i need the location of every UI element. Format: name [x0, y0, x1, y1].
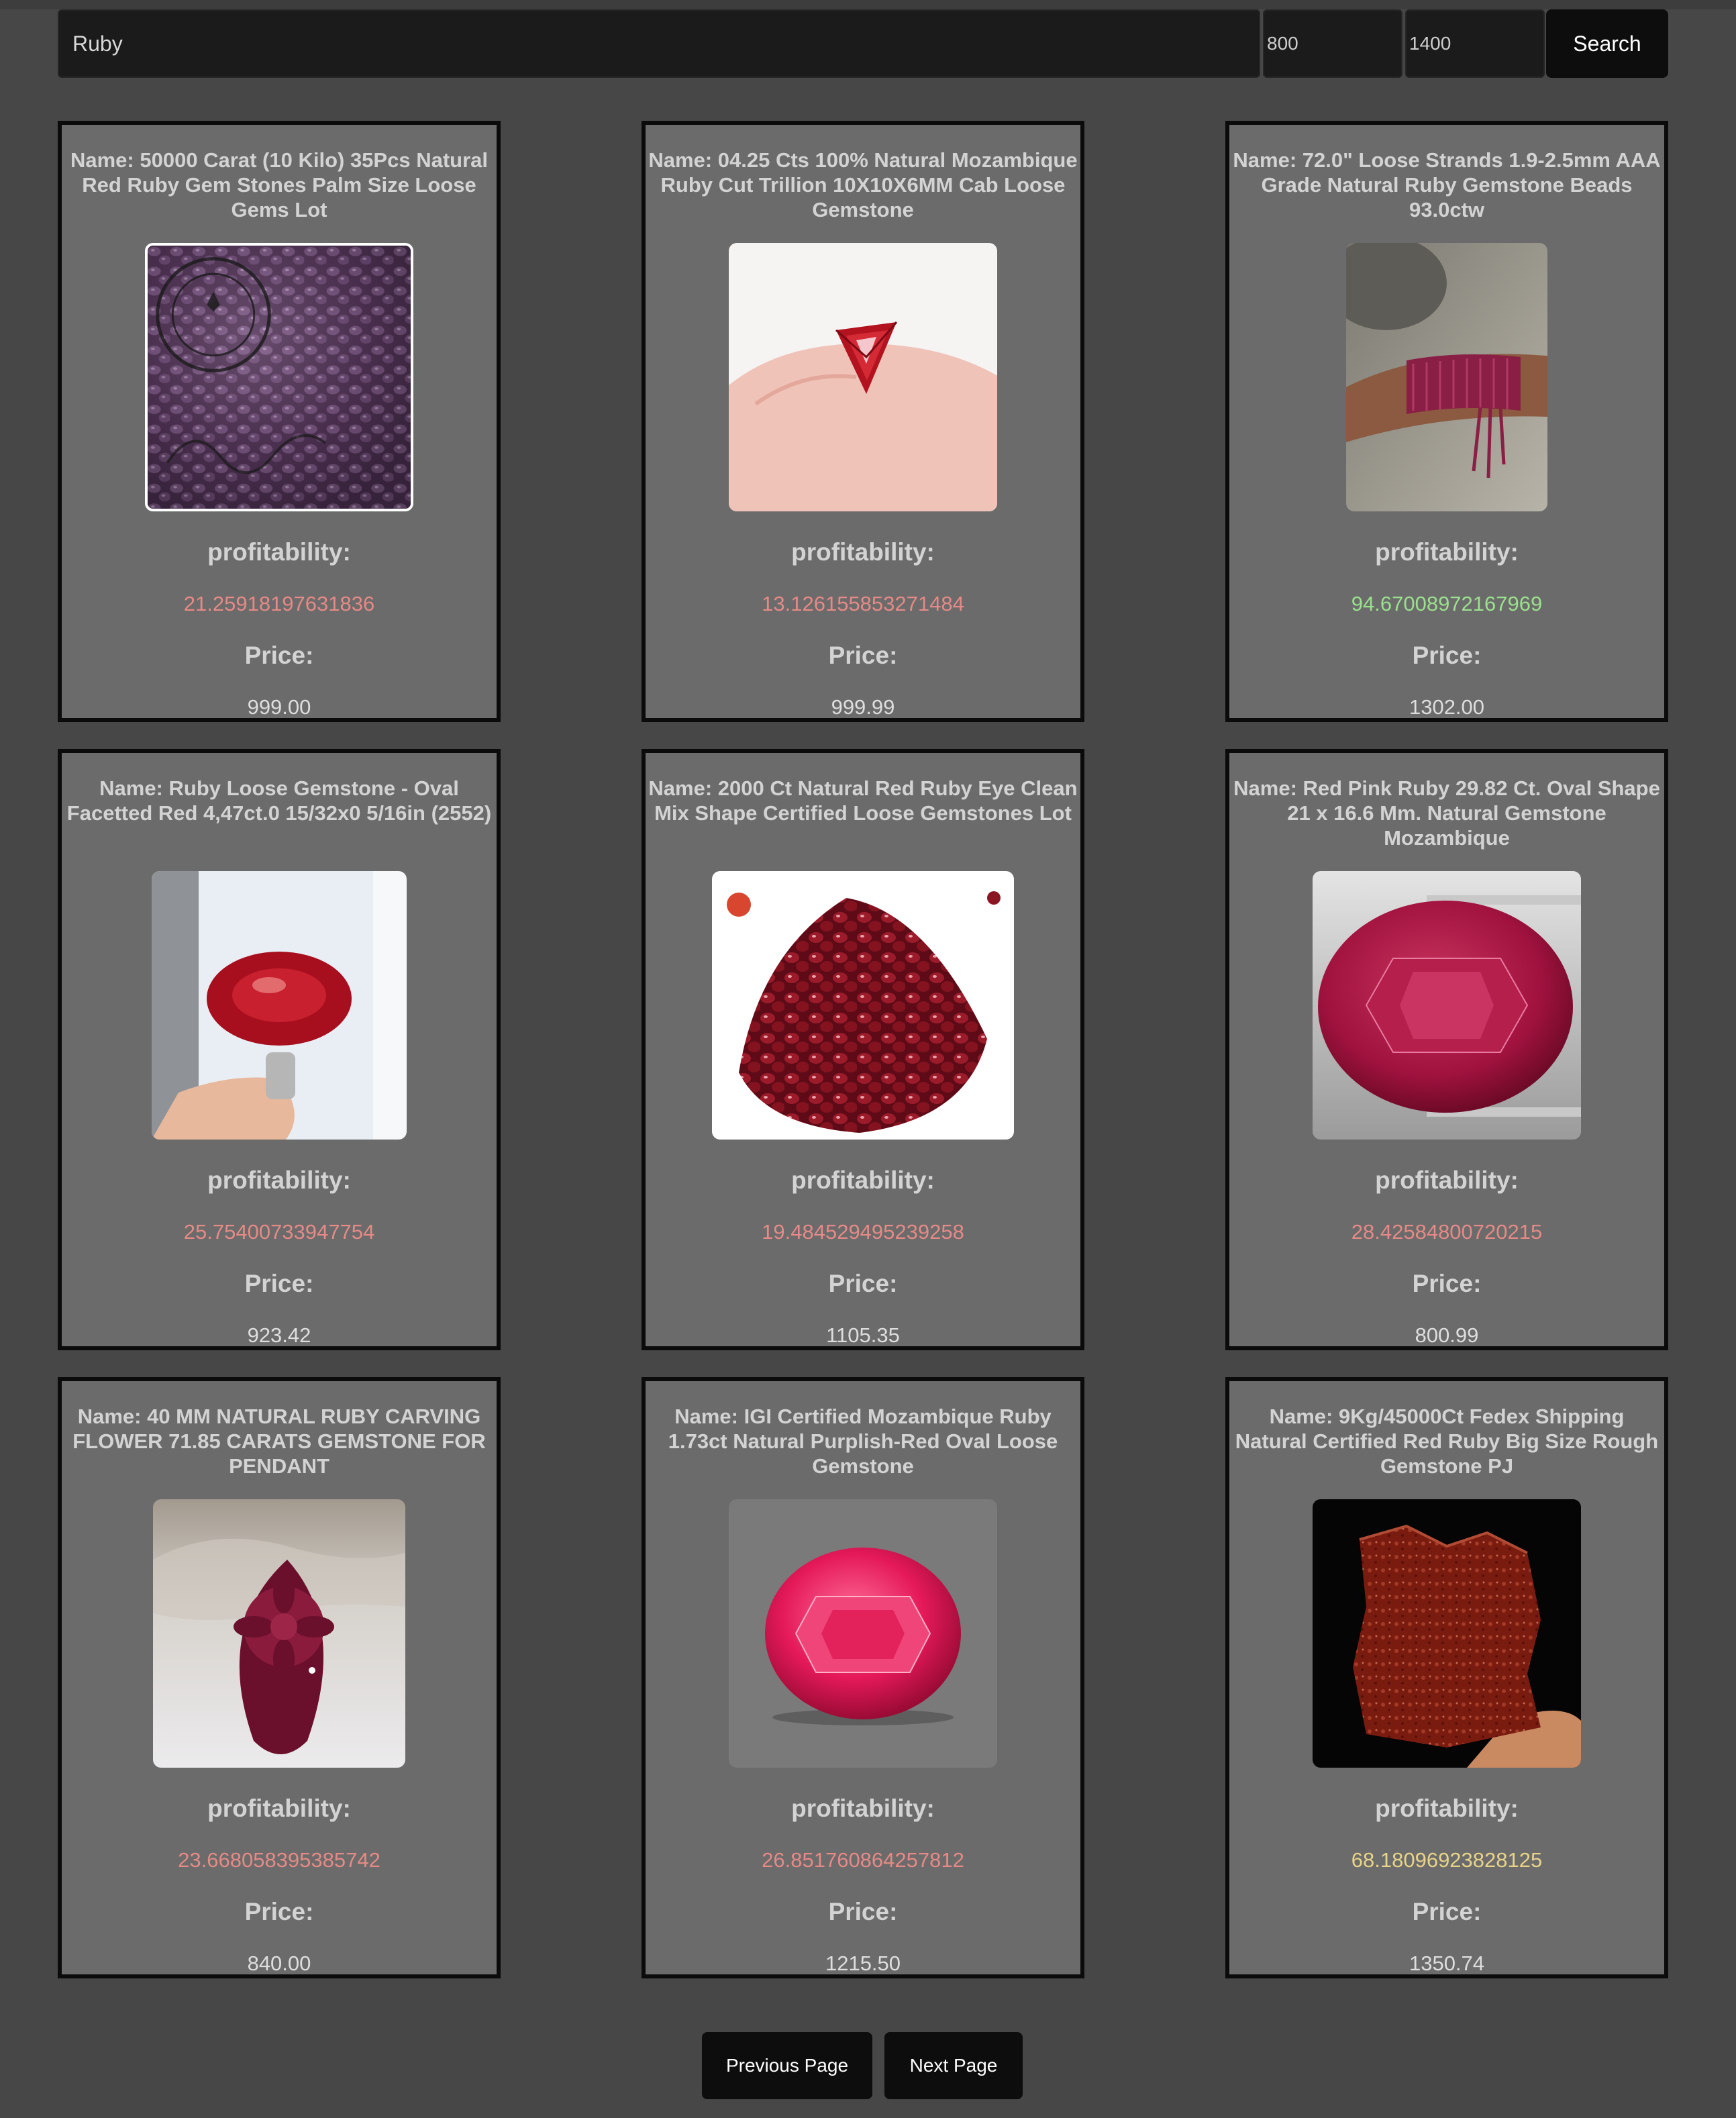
product-name: Name: 50000 Carat (10 Kilo) 35Pcs Natura…: [70, 148, 488, 221]
price-value: 999.99: [831, 695, 895, 719]
price-label: Price:: [1412, 1270, 1482, 1297]
next-page-button[interactable]: Next Page: [884, 2032, 1023, 2099]
product-card[interactable]: Name: 9Kg/45000Ct Fedex Shipping Natural…: [1225, 1377, 1668, 1978]
profitability-label: profitability:: [1375, 1166, 1519, 1194]
price-value: 999.00: [247, 695, 311, 719]
profitability-label: profitability:: [207, 1795, 351, 1822]
search-input[interactable]: [58, 9, 1260, 78]
product-name: Name: Red Pink Ruby 29.82 Ct. Oval Shape…: [1233, 776, 1660, 850]
profitability-label: profitability:: [791, 1795, 935, 1822]
pagination: Previous Page Next Page: [0, 2032, 1736, 2099]
profitability-label: profitability:: [207, 538, 351, 566]
price-label: Price:: [1412, 1898, 1482, 1925]
price-value: 1215.50: [825, 1952, 901, 1975]
product-photo: [729, 1499, 997, 1768]
price-value: 800.99: [1415, 1323, 1479, 1347]
product-name: Name: 04.25 Cts 100% Natural Mozambique …: [648, 148, 1078, 221]
product-name: Name: 40 MM NATURAL RUBY CARVING FLOWER …: [72, 1405, 486, 1478]
product-name: Name: Ruby Loose Gemstone - Oval Facette…: [66, 776, 492, 825]
price-value: 1105.35: [826, 1323, 900, 1347]
profitability-value: 25.75400733947754: [183, 1220, 375, 1244]
product-photo: [153, 1499, 405, 1768]
price-value: 1350.74: [1409, 1952, 1485, 1975]
profitability-label: profitability:: [791, 538, 935, 566]
profitability-value: 26.851760864257812: [762, 1848, 964, 1872]
product-card[interactable]: Name: 40 MM NATURAL RUBY CARVING FLOWER …: [58, 1377, 501, 1978]
product-name: Name: 72.0" Loose Strands 1.9-2.5mm AAA …: [1233, 148, 1661, 221]
price-label: Price:: [828, 1898, 898, 1925]
pile-of-mixed-rubies-image[interactable]: [712, 871, 1014, 1140]
profitability-label: profitability:: [791, 1166, 935, 1194]
price-label: Price:: [828, 1270, 898, 1297]
price-label: Price:: [1412, 642, 1482, 669]
profitability-value: 19.484529495239258: [762, 1220, 964, 1244]
product-name: Name: 9Kg/45000Ct Fedex Shipping Natural…: [1235, 1405, 1659, 1478]
search-bar: Search: [58, 9, 1668, 79]
price-value: 840.00: [247, 1952, 311, 1975]
ruby-bead-strands-on-wrist-image[interactable]: [1346, 243, 1547, 511]
product-card[interactable]: Name: IGI Certified Mozambique Ruby 1.73…: [642, 1377, 1084, 1978]
price-value: 1302.00: [1409, 695, 1485, 719]
profitability-value: 13.126155853271484: [762, 592, 964, 615]
rough-ruby-block-in-hand-image[interactable]: [1313, 1499, 1581, 1768]
carved-ruby-flower-image[interactable]: [153, 1499, 405, 1768]
profitability-label: profitability:: [1375, 538, 1519, 566]
product-card[interactable]: Name: 72.0" Loose Strands 1.9-2.5mm AAA …: [1225, 121, 1668, 722]
product-photo: [152, 871, 407, 1140]
product-card[interactable]: Name: Ruby Loose Gemstone - Oval Facette…: [58, 749, 501, 1350]
product-grid: Name: 50000 Carat (10 Kilo) 35Pcs Natura…: [58, 121, 1668, 1978]
profitability-label: profitability:: [207, 1166, 351, 1194]
product-photo: [148, 246, 411, 509]
profitability-value: 21.25918197631836: [183, 592, 375, 615]
product-name: Name: IGI Certified Mozambique Ruby 1.73…: [668, 1405, 1058, 1478]
product-card[interactable]: Name: 2000 Ct Natural Red Ruby Eye Clean…: [642, 749, 1084, 1350]
product-photo: [1313, 871, 1581, 1140]
top-strip: [0, 0, 1736, 9]
product-card[interactable]: Name: 50000 Carat (10 Kilo) 35Pcs Natura…: [58, 121, 501, 722]
oval-ruby-on-grey-image[interactable]: [729, 1499, 997, 1768]
product-photo: [729, 243, 997, 511]
product-photo: [712, 871, 1014, 1140]
profitability-value: 94.67008972167969: [1351, 592, 1543, 615]
large-oval-ruby-in-tweezers-image[interactable]: [1313, 871, 1581, 1140]
oval-ruby-in-prongs-image[interactable]: [152, 871, 407, 1140]
profitability-label: profitability:: [1375, 1795, 1519, 1822]
profitability-value: 23.668058395385742: [178, 1848, 380, 1872]
profitability-value: 28.42584800720215: [1351, 1220, 1543, 1244]
min-price-input[interactable]: [1263, 9, 1402, 78]
max-price-input[interactable]: [1405, 9, 1545, 78]
product-name: Name: 2000 Ct Natural Red Ruby Eye Clean…: [648, 776, 1078, 825]
search-button[interactable]: Search: [1546, 9, 1668, 78]
price-label: Price:: [828, 642, 898, 669]
product-card[interactable]: Name: Red Pink Ruby 29.82 Ct. Oval Shape…: [1225, 749, 1668, 1350]
product-card[interactable]: Name: 04.25 Cts 100% Natural Mozambique …: [642, 121, 1084, 722]
pile-of-rubies-with-gemsindia-stamp-image[interactable]: [145, 243, 413, 511]
trillion-ruby-on-fingertip-image[interactable]: [729, 243, 997, 511]
product-photo: [1346, 243, 1547, 511]
previous-page-button[interactable]: Previous Page: [702, 2032, 872, 2099]
price-label: Price:: [244, 642, 314, 669]
price-label: Price:: [244, 1270, 314, 1297]
profitability-value: 68.18096923828125: [1351, 1848, 1543, 1872]
price-label: Price:: [244, 1898, 314, 1925]
price-value: 923.42: [247, 1323, 311, 1347]
product-photo: [1313, 1499, 1581, 1768]
